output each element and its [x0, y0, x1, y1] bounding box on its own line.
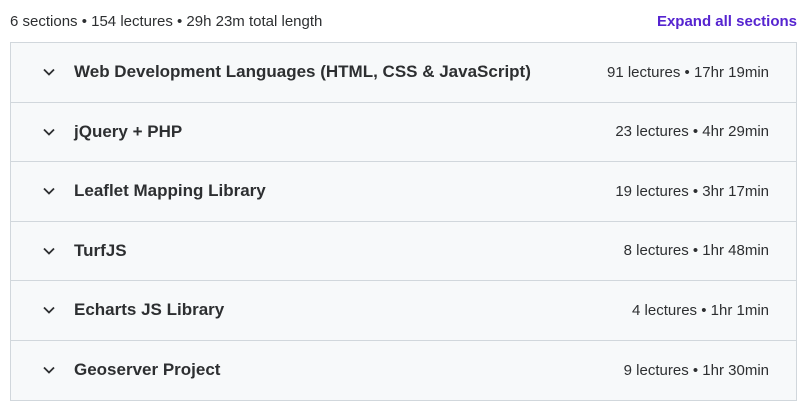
chevron-down-icon: [41, 183, 57, 199]
chevron-down-icon: [41, 64, 57, 80]
section-meta: 91 lectures • 17hr 19min: [606, 63, 769, 81]
section-row[interactable]: TurfJS 8 lectures • 1hr 48min: [11, 221, 796, 281]
section-meta: 8 lectures • 1hr 48min: [623, 242, 769, 260]
section-row[interactable]: Web Development Languages (HTML, CSS & J…: [11, 43, 796, 103]
sections-list: Web Development Languages (HTML, CSS & J…: [10, 42, 797, 401]
section-row[interactable]: jQuery + PHP 23 lectures • 4hr 29min: [11, 102, 796, 162]
section-row[interactable]: Geoserver Project 9 lectures • 1hr 30min: [11, 340, 796, 400]
chevron-down-icon: [41, 243, 57, 259]
section-title: TurfJS: [74, 240, 127, 260]
chevron-down-icon: [41, 362, 57, 378]
section-meta: 9 lectures • 1hr 30min: [623, 361, 769, 379]
section-row[interactable]: Leaflet Mapping Library 19 lectures • 3h…: [11, 162, 796, 222]
section-title: Web Development Languages (HTML, CSS & J…: [74, 62, 531, 82]
section-row[interactable]: Echarts JS Library 4 lectures • 1hr 1min: [11, 281, 796, 341]
section-meta: 23 lectures • 4hr 29min: [615, 123, 769, 141]
chevron-down-icon: [41, 124, 57, 140]
section-title: Echarts JS Library: [74, 300, 225, 320]
curriculum-header: 6 sections • 154 lectures • 29h 23m tota…: [10, 0, 797, 42]
section-meta: 4 lectures • 1hr 1min: [632, 301, 769, 319]
section-title: Leaflet Mapping Library: [74, 181, 266, 201]
section-title: jQuery + PHP: [74, 121, 183, 141]
section-title: Geoserver Project: [74, 360, 221, 380]
section-meta: 19 lectures • 3hr 17min: [615, 182, 769, 200]
course-summary: 6 sections • 154 lectures • 29h 23m tota…: [10, 12, 323, 30]
chevron-down-icon: [41, 302, 57, 318]
expand-all-sections-button[interactable]: Expand all sections: [657, 13, 797, 30]
